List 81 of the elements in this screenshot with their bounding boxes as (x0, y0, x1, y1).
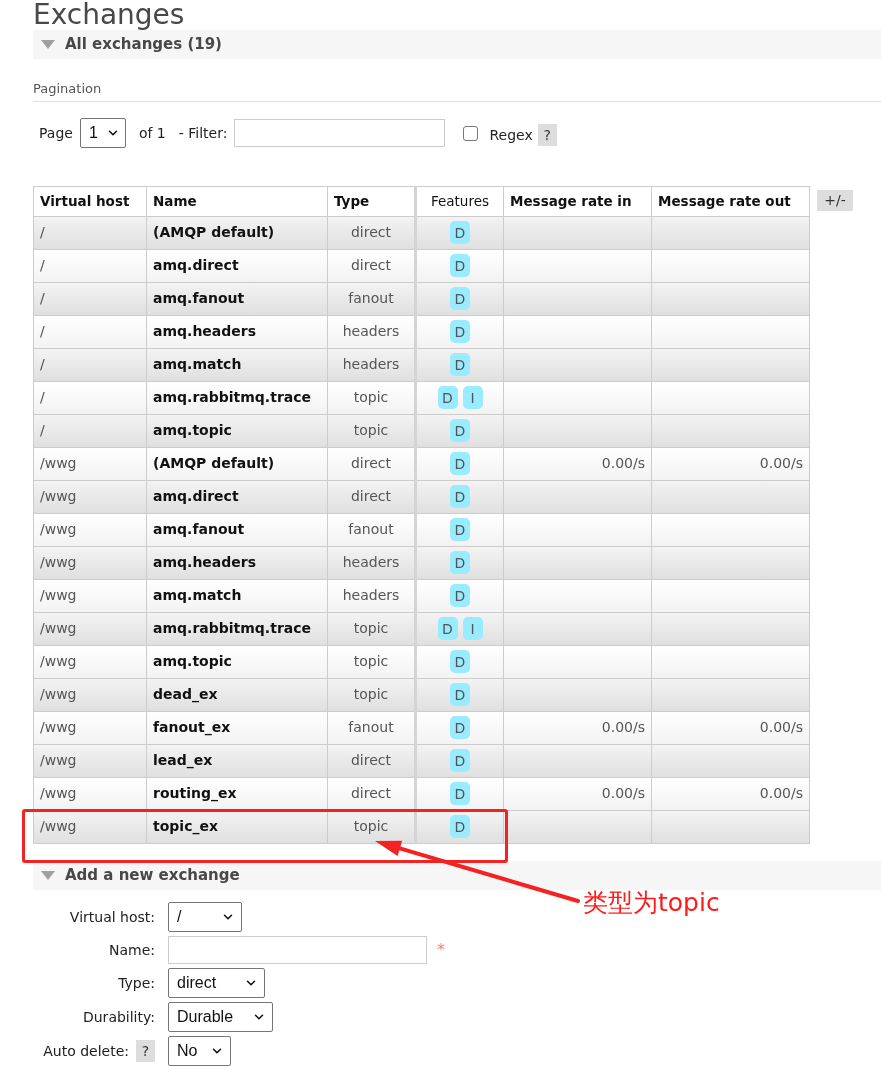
regex-label: Regex (489, 125, 533, 145)
column-header[interactable]: Name (146, 186, 328, 217)
filter-field[interactable] (234, 119, 446, 147)
table-cell: /wwg (33, 579, 147, 613)
field-label: Type: (118, 973, 155, 993)
feature-badge: D (450, 749, 470, 772)
column-header[interactable]: Virtual host (33, 186, 147, 217)
table-cell: /wwg (33, 777, 147, 811)
table-cell: 0.00/s (503, 711, 652, 745)
feature-badge: D (450, 782, 470, 805)
feature-badge: D (450, 320, 470, 343)
page-title: Exchanges (33, 0, 185, 30)
annotation-text: 类型为topic (583, 888, 720, 918)
feature-badge: D (450, 221, 470, 244)
feature-badge: D (450, 716, 470, 739)
exchange-name-link[interactable]: dead_ex (153, 686, 218, 702)
column-header[interactable]: Type (327, 186, 416, 217)
feature-badge: I (462, 386, 483, 409)
dropdown-select[interactable]: / (168, 902, 242, 932)
filter-label: - Filter: (178, 123, 228, 143)
dropdown-select[interactable]: direct (168, 968, 265, 998)
table-cell: /wwg (33, 546, 147, 580)
table-cell: /wwg (33, 810, 147, 844)
section-title: Add a new exchange (65, 865, 240, 887)
table-cell: 0.00/s (503, 447, 652, 481)
column-header[interactable]: Message rate out (651, 186, 810, 217)
help-button[interactable]: ? (136, 1040, 155, 1062)
feature-badge: D (437, 386, 458, 409)
section-header[interactable]: All exchanges (19) (33, 30, 881, 59)
table-cell: / (33, 414, 147, 448)
page-label: Page (39, 123, 73, 143)
table-cell: 0.00/s (651, 777, 810, 811)
feature-badge: D (450, 518, 470, 541)
table-cell: 0.00/s (651, 447, 810, 481)
required-mark: * (437, 942, 445, 958)
exchange-name-link[interactable]: lead_ex (153, 752, 213, 768)
field-label: Durability: (82, 1007, 155, 1027)
regex-checkbox[interactable] (463, 125, 479, 141)
page-count-label: of 1 (138, 123, 166, 143)
feature-badge: D (450, 815, 470, 838)
table-cell: /wwg (33, 744, 147, 778)
table-cell: / (33, 282, 147, 316)
field-label: Virtual host: (69, 907, 155, 927)
feature-badge: D (450, 287, 470, 310)
table-cell: /wwg (33, 678, 147, 712)
name-field[interactable] (168, 936, 427, 964)
table-cell: /wwg (33, 711, 147, 745)
feature-badge: D (450, 551, 470, 574)
table-cell: / (33, 315, 147, 349)
table-cell: / (33, 249, 147, 283)
page-select[interactable]: 1 (79, 118, 126, 148)
feature-badge: I (462, 617, 483, 640)
field-label: Name: (108, 940, 155, 960)
field-label: Auto delete: (43, 1041, 129, 1061)
help-button[interactable]: ? (537, 124, 557, 146)
dropdown-select[interactable]: No (168, 1036, 231, 1066)
section-header[interactable]: Add a new exchange (33, 861, 881, 890)
table-cell: /wwg (33, 513, 147, 547)
feature-badge: D (450, 650, 470, 673)
table-cell: 0.00/s (651, 711, 810, 745)
table-cell: / (33, 381, 147, 415)
feature-badge: D (450, 419, 470, 442)
feature-badge: D (450, 452, 470, 475)
feature-badge: D (437, 617, 458, 640)
feature-badge: D (450, 485, 470, 508)
table-cell: /wwg (33, 645, 147, 679)
table-cell: / (33, 348, 147, 382)
table-cell: /wwg (33, 480, 147, 514)
dropdown-select[interactable]: Durable (168, 1002, 273, 1032)
exchange-name-link[interactable]: topic_ex (153, 818, 218, 834)
section-title: All exchanges (19) (65, 34, 222, 56)
table-cell: /wwg (33, 612, 147, 646)
table-cell: /wwg (33, 447, 147, 481)
feature-badge: D (450, 254, 470, 277)
table-cell: / (33, 216, 147, 250)
feature-badge: D (450, 353, 470, 376)
feature-badge: D (450, 683, 470, 706)
feature-badge: D (450, 584, 470, 607)
column-header[interactable]: Message rate in (503, 186, 652, 217)
pagination-heading: Pagination (33, 81, 102, 96)
column-toggle-button[interactable]: +/- (817, 190, 853, 211)
